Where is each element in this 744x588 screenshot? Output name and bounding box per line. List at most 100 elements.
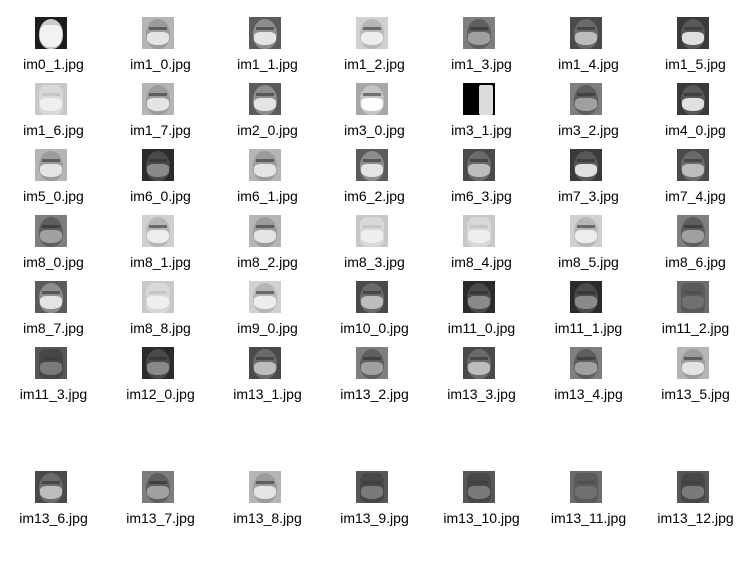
file-item[interactable]: im8_1.jpg	[107, 215, 214, 281]
thumbnail-eyes-shape	[470, 357, 488, 360]
thumbnail-mask-shape	[254, 98, 276, 111]
file-item[interactable]: im13_2.jpg	[321, 347, 428, 413]
thumbnail-mask-shape	[361, 32, 383, 45]
file-item[interactable]: im13_4.jpg	[535, 347, 642, 413]
thumbnail-mask-shape	[40, 230, 62, 243]
file-name: im13_1.jpg	[233, 386, 302, 402]
file-thumbnail	[142, 281, 174, 313]
file-item[interactable]: im11_3.jpg	[0, 347, 107, 413]
file-item[interactable]: im9_0.jpg	[214, 281, 321, 347]
file-item[interactable]: im11_0.jpg	[428, 281, 535, 347]
file-item[interactable]: im1_5.jpg	[642, 17, 744, 83]
file-thumbnail	[249, 347, 281, 379]
file-item[interactable]: im7_4.jpg	[642, 149, 744, 215]
file-name: im13_11.jpg	[550, 510, 627, 526]
file-item[interactable]: im10_0.jpg	[321, 281, 428, 347]
file-thumbnail	[570, 215, 602, 247]
file-thumbnail	[249, 149, 281, 181]
file-item[interactable]: im6_1.jpg	[214, 149, 321, 215]
file-item[interactable]: im0_1.jpg	[0, 17, 107, 83]
file-thumbnail	[142, 17, 174, 49]
file-name: im5_0.jpg	[23, 188, 84, 204]
file-name: im3_0.jpg	[344, 122, 405, 138]
thumbnail-eyes-shape	[42, 357, 60, 360]
thumbnail-mask-shape	[40, 486, 62, 499]
file-name: im11_2.jpg	[661, 320, 730, 336]
file-name: im6_1.jpg	[237, 188, 298, 204]
file-item[interactable]: im4_0.jpg	[642, 83, 744, 149]
file-item[interactable]: im1_7.jpg	[107, 83, 214, 149]
file-item[interactable]: im1_6.jpg	[0, 83, 107, 149]
file-item[interactable]: im3_0.jpg	[321, 83, 428, 149]
file-item[interactable]: im3_2.jpg	[535, 83, 642, 149]
file-item[interactable]: im13_6.jpg	[0, 471, 107, 537]
thumbnail-eyes-shape	[256, 93, 274, 96]
file-item[interactable]: im13_1.jpg	[214, 347, 321, 413]
file-item[interactable]: im8_6.jpg	[642, 215, 744, 281]
file-item[interactable]: im8_3.jpg	[321, 215, 428, 281]
file-thumbnail	[570, 471, 602, 503]
file-item[interactable]: im8_0.jpg	[0, 215, 107, 281]
file-thumbnail	[356, 83, 388, 115]
file-item[interactable]: im1_4.jpg	[535, 17, 642, 83]
file-item[interactable]: im1_1.jpg	[214, 17, 321, 83]
file-item[interactable]: im1_2.jpg	[321, 17, 428, 83]
file-name: im11_3.jpg	[19, 386, 88, 402]
file-item[interactable]: im13_9.jpg	[321, 471, 428, 537]
file-item[interactable]: im8_4.jpg	[428, 215, 535, 281]
thumbnail-eyes-shape	[470, 481, 488, 484]
thumbnail-eyes-shape	[577, 27, 595, 30]
file-item[interactable]: im13_3.jpg	[428, 347, 535, 413]
thumbnail-eyes-shape	[363, 27, 381, 30]
thumbnail-mask-shape	[468, 486, 490, 499]
file-item[interactable]: im2_0.jpg	[214, 83, 321, 149]
file-name: im8_5.jpg	[558, 254, 619, 270]
thumbnail-face-shape	[479, 85, 493, 115]
file-item[interactable]: im13_12.jpg	[642, 471, 744, 537]
file-name: im1_1.jpg	[237, 56, 298, 72]
file-name: im6_2.jpg	[344, 188, 405, 204]
file-item[interactable]: im13_7.jpg	[107, 471, 214, 537]
thumbnail-mask-shape	[40, 164, 62, 177]
file-thumbnail	[463, 281, 495, 313]
file-thumbnail	[356, 215, 388, 247]
thumbnail-mask-shape	[361, 486, 383, 499]
file-item[interactable]: im13_8.jpg	[214, 471, 321, 537]
file-item[interactable]: im7_3.jpg	[535, 149, 642, 215]
file-item[interactable]: im5_0.jpg	[0, 149, 107, 215]
file-name: im11_1.jpg	[554, 320, 623, 336]
file-thumbnail	[463, 83, 495, 115]
file-item[interactable]: im1_3.jpg	[428, 17, 535, 83]
thumbnail-mask-shape	[147, 98, 169, 111]
file-item[interactable]: im8_5.jpg	[535, 215, 642, 281]
file-thumbnail	[463, 149, 495, 181]
file-item[interactable]: im8_8.jpg	[107, 281, 214, 347]
file-thumbnail	[463, 471, 495, 503]
file-item[interactable]: im8_7.jpg	[0, 281, 107, 347]
file-item[interactable]: im13_5.jpg	[642, 347, 744, 413]
file-item[interactable]: im6_0.jpg	[107, 149, 214, 215]
file-item[interactable]: im11_1.jpg	[535, 281, 642, 347]
thumbnail-eyes-shape	[149, 481, 167, 484]
thumbnail-eyes-shape	[42, 481, 60, 484]
file-thumbnail	[249, 17, 281, 49]
file-item[interactable]: im3_1.jpg	[428, 83, 535, 149]
file-name: im3_1.jpg	[451, 122, 512, 138]
file-item[interactable]: im6_2.jpg	[321, 149, 428, 215]
file-item[interactable]: im13_11.jpg	[535, 471, 642, 537]
file-name: im13_7.jpg	[126, 510, 195, 526]
file-item[interactable]: im8_2.jpg	[214, 215, 321, 281]
file-thumbnail	[142, 149, 174, 181]
file-item[interactable]: im12_0.jpg	[107, 347, 214, 413]
file-name: im4_0.jpg	[665, 122, 726, 138]
file-item[interactable]: im1_0.jpg	[107, 17, 214, 83]
file-item[interactable]: im13_10.jpg	[428, 471, 535, 537]
thumbnail-mask-shape	[147, 164, 169, 177]
file-thumbnail	[677, 281, 709, 313]
file-grid: im0_1.jpg im1_0.jpg im1_1.jpg im1_2.jpg im1_…	[0, 0, 744, 588]
thumbnail-mask-shape	[147, 486, 169, 499]
file-name: im13_6.jpg	[19, 510, 88, 526]
file-item[interactable]: im11_2.jpg	[642, 281, 744, 347]
file-thumbnail	[356, 347, 388, 379]
file-item[interactable]: im6_3.jpg	[428, 149, 535, 215]
